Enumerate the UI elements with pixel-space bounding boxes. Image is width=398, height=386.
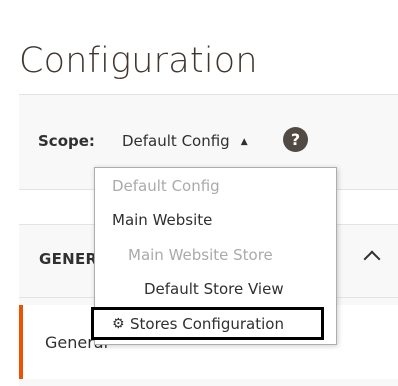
caret-up-icon: ▲ xyxy=(240,137,248,147)
scope-switcher-button[interactable]: Default Config ▲ xyxy=(122,131,248,152)
dropdown-option-default-store-view[interactable]: Default Store View xyxy=(144,279,284,299)
scope-current-value: Default Config xyxy=(122,132,230,150)
stores-configuration-link[interactable]: ⚙ Stores Configuration xyxy=(91,307,324,340)
chevron-up-icon xyxy=(363,250,381,268)
stores-configuration-label: Stores Configuration xyxy=(130,315,284,333)
page-title: Configuration xyxy=(19,41,258,82)
gear-icon: ⚙ xyxy=(112,316,125,332)
dropdown-option-default-config: Default Config xyxy=(112,177,220,195)
help-icon[interactable]: ? xyxy=(283,127,308,152)
scope-dropdown-menu: Default Config Main Website Main Website… xyxy=(91,167,337,345)
dropdown-option-main-website-store: Main Website Store xyxy=(128,246,273,264)
scope-label: Scope: xyxy=(38,132,95,150)
dropdown-option-main-website[interactable]: Main Website xyxy=(112,210,212,230)
